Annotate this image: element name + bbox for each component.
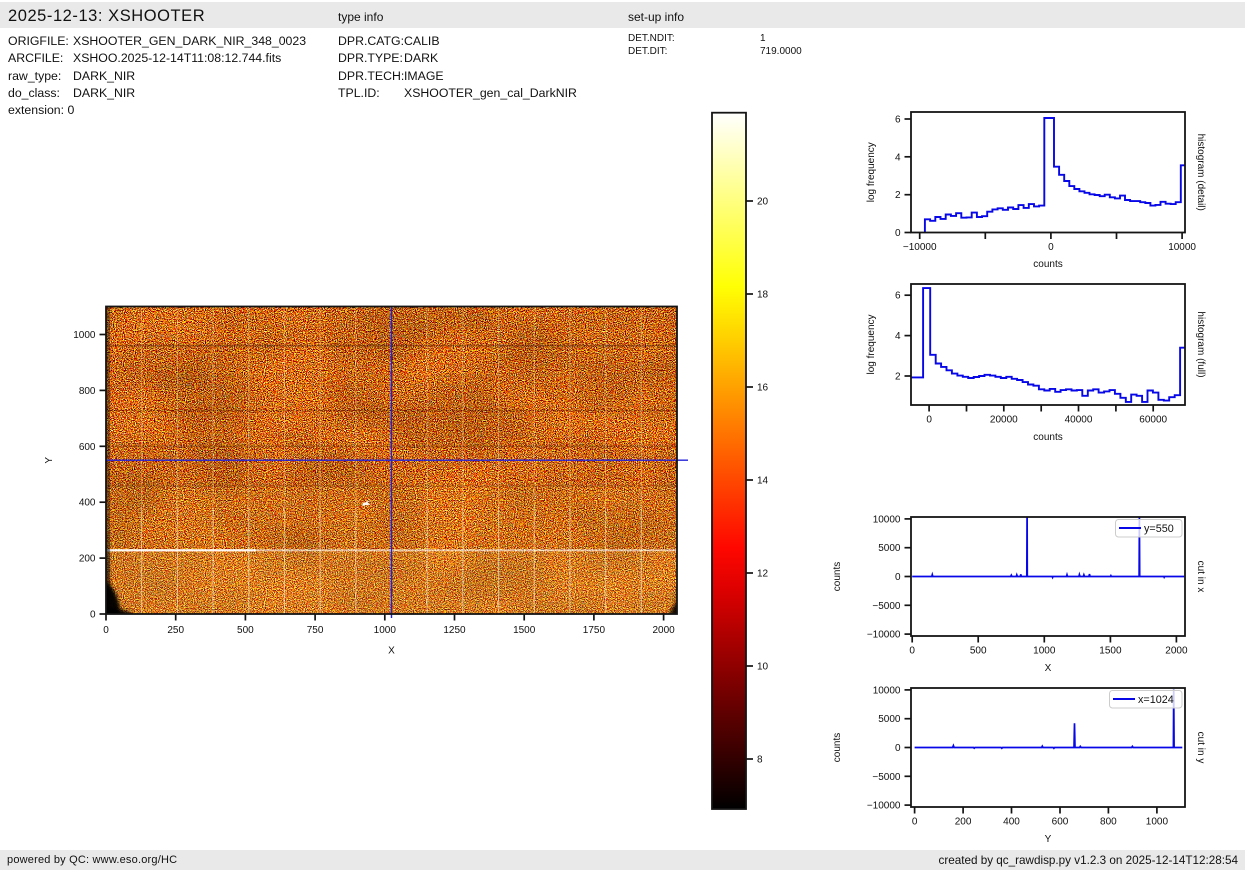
svg-text:750: 750 xyxy=(307,625,324,636)
svg-text:5000: 5000 xyxy=(878,543,901,554)
svg-text:counts: counts xyxy=(832,733,843,762)
svg-text:200: 200 xyxy=(955,817,972,828)
svg-text:200: 200 xyxy=(79,554,96,565)
svg-text:400: 400 xyxy=(79,498,96,509)
svg-text:2000: 2000 xyxy=(652,625,675,636)
svg-text:Y: Y xyxy=(44,457,55,464)
svg-text:1000: 1000 xyxy=(374,625,397,636)
svg-text:1000: 1000 xyxy=(73,330,96,341)
svg-text:10000: 10000 xyxy=(873,685,901,696)
svg-text:1000: 1000 xyxy=(1033,646,1056,657)
svg-text:X: X xyxy=(388,646,395,657)
svg-text:−5000: −5000 xyxy=(872,601,901,612)
svg-text:5000: 5000 xyxy=(878,714,901,725)
svg-text:cut in y: cut in y xyxy=(1195,732,1206,764)
svg-text:500: 500 xyxy=(237,625,254,636)
svg-text:X: X xyxy=(1045,663,1052,674)
svg-text:0: 0 xyxy=(1048,242,1054,253)
svg-text:600: 600 xyxy=(79,442,96,453)
svg-text:4: 4 xyxy=(895,152,901,163)
svg-text:cut in x: cut in x xyxy=(1195,561,1206,593)
svg-text:6: 6 xyxy=(895,115,901,126)
svg-text:counts: counts xyxy=(1033,259,1062,270)
svg-text:2: 2 xyxy=(895,190,901,201)
svg-text:800: 800 xyxy=(1100,817,1117,828)
svg-text:12: 12 xyxy=(757,569,769,580)
svg-text:20000: 20000 xyxy=(990,415,1018,426)
svg-text:0: 0 xyxy=(909,646,915,657)
svg-text:x=1024: x=1024 xyxy=(1138,694,1174,706)
svg-text:counts: counts xyxy=(832,562,843,591)
svg-text:14: 14 xyxy=(757,476,769,487)
svg-text:histogram (detail): histogram (detail) xyxy=(1195,134,1206,211)
svg-text:8: 8 xyxy=(757,755,763,766)
svg-text:800: 800 xyxy=(79,386,96,397)
svg-text:1250: 1250 xyxy=(443,625,466,636)
svg-text:log frequency: log frequency xyxy=(866,314,877,374)
svg-text:−10000: −10000 xyxy=(867,630,901,641)
svg-text:4: 4 xyxy=(895,331,901,342)
svg-text:0: 0 xyxy=(926,415,932,426)
svg-text:counts: counts xyxy=(1033,432,1062,443)
svg-text:0: 0 xyxy=(895,572,901,583)
svg-text:log frequency: log frequency xyxy=(866,142,877,202)
svg-text:0: 0 xyxy=(103,625,109,636)
svg-text:20: 20 xyxy=(757,197,769,208)
svg-text:10000: 10000 xyxy=(873,514,901,525)
svg-text:0: 0 xyxy=(90,610,96,621)
svg-text:0: 0 xyxy=(912,817,918,828)
svg-text:10: 10 xyxy=(757,662,769,673)
svg-text:600: 600 xyxy=(1052,817,1069,828)
svg-text:−10000: −10000 xyxy=(903,242,937,253)
svg-text:16: 16 xyxy=(757,383,769,394)
svg-text:500: 500 xyxy=(970,646,987,657)
svg-text:1500: 1500 xyxy=(513,625,536,636)
svg-text:y=550: y=550 xyxy=(1144,523,1174,535)
svg-text:Y: Y xyxy=(1045,834,1052,845)
svg-text:60000: 60000 xyxy=(1139,415,1167,426)
svg-text:40000: 40000 xyxy=(1065,415,1093,426)
svg-text:2: 2 xyxy=(895,372,901,383)
svg-text:0: 0 xyxy=(895,743,901,754)
svg-text:histogram (full): histogram (full) xyxy=(1195,311,1206,377)
svg-text:1750: 1750 xyxy=(583,625,606,636)
svg-text:1500: 1500 xyxy=(1099,646,1122,657)
svg-text:18: 18 xyxy=(757,290,769,301)
svg-text:0: 0 xyxy=(895,228,901,239)
svg-text:6: 6 xyxy=(895,291,901,302)
svg-text:1000: 1000 xyxy=(1146,817,1169,828)
svg-text:10000: 10000 xyxy=(1168,242,1196,253)
svg-text:2000: 2000 xyxy=(1165,646,1188,657)
svg-text:250: 250 xyxy=(167,625,184,636)
svg-text:−10000: −10000 xyxy=(867,801,901,812)
svg-text:−5000: −5000 xyxy=(872,772,901,783)
svg-text:400: 400 xyxy=(1003,817,1020,828)
